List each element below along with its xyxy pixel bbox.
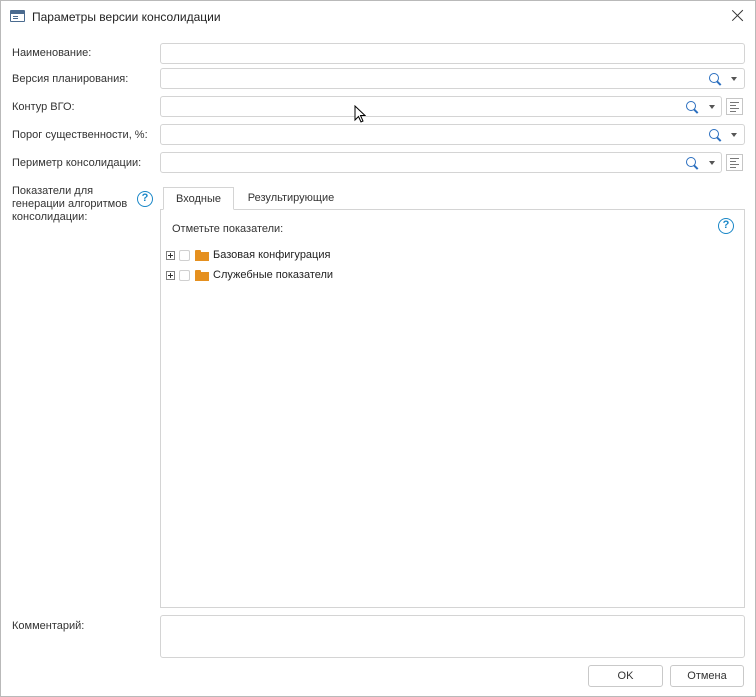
tab-input[interactable]: Входные — [163, 187, 234, 210]
search-icon[interactable] — [686, 157, 699, 170]
dialog-window: Параметры версии консолидации Наименован… — [0, 0, 756, 697]
name-input[interactable] — [160, 43, 745, 64]
chevron-down-icon[interactable] — [731, 77, 737, 81]
consolidation-perimeter-field[interactable] — [160, 152, 722, 173]
chevron-down-icon[interactable] — [709, 161, 715, 165]
folder-icon — [195, 269, 209, 281]
close-icon[interactable] — [729, 7, 747, 25]
help-icon[interactable]: ? — [718, 218, 734, 234]
chevron-down-icon[interactable] — [709, 105, 715, 109]
window-icon — [10, 10, 25, 22]
vgo-contour-label: Контур ВГО: — [12, 101, 75, 113]
materiality-threshold-label: Порог существенности, %: — [12, 129, 148, 141]
name-label: Наименование: — [12, 47, 92, 59]
tree-item[interactable]: Служебные показатели — [166, 267, 333, 283]
planning-version-label: Версия планирования: — [12, 73, 129, 85]
planning-version-field[interactable] — [160, 68, 745, 89]
search-icon[interactable] — [709, 73, 722, 86]
consolidation-perimeter-list-button[interactable] — [726, 154, 743, 171]
help-icon[interactable]: ? — [137, 191, 153, 207]
vgo-contour-list-button[interactable] — [726, 98, 743, 115]
title-bar: Параметры версии консолидации — [1, 1, 755, 32]
indicators-panel: Отметьте показатели: ? Базовая конфигура… — [160, 209, 745, 608]
indicators-label-line3: консолидации: — [12, 211, 88, 223]
tab-result[interactable]: Результирующие — [239, 187, 343, 210]
indicators-label-line1: Показатели для — [12, 185, 94, 197]
comment-label: Комментарий: — [12, 620, 85, 632]
consolidation-perimeter-label: Периметр консолидации: — [12, 157, 142, 169]
tree-item-label: Базовая конфигурация — [213, 249, 331, 261]
tree-item[interactable]: Базовая конфигурация — [166, 247, 330, 263]
dialog-title: Параметры версии консолидации — [32, 10, 221, 24]
indicators-label-line2: генерации алгоритмов — [12, 198, 128, 210]
folder-icon — [195, 249, 209, 261]
comment-textarea[interactable] — [160, 615, 745, 658]
tree-item-checkbox[interactable] — [179, 269, 190, 281]
ok-button[interactable]: OK — [588, 665, 663, 687]
tree-item-label: Служебные показатели — [213, 269, 334, 281]
vgo-contour-field[interactable] — [160, 96, 722, 117]
chevron-down-icon[interactable] — [731, 133, 737, 137]
mouse-cursor-icon — [354, 105, 366, 123]
search-icon[interactable] — [709, 129, 722, 142]
cancel-button[interactable]: Отмена — [670, 665, 744, 687]
panel-label: Отметьте показатели: — [172, 223, 284, 235]
expand-icon[interactable] — [166, 270, 175, 280]
materiality-threshold-field[interactable] — [160, 124, 745, 145]
tree-item-checkbox[interactable] — [179, 249, 190, 261]
expand-icon[interactable] — [166, 250, 175, 260]
search-icon[interactable] — [686, 101, 699, 114]
